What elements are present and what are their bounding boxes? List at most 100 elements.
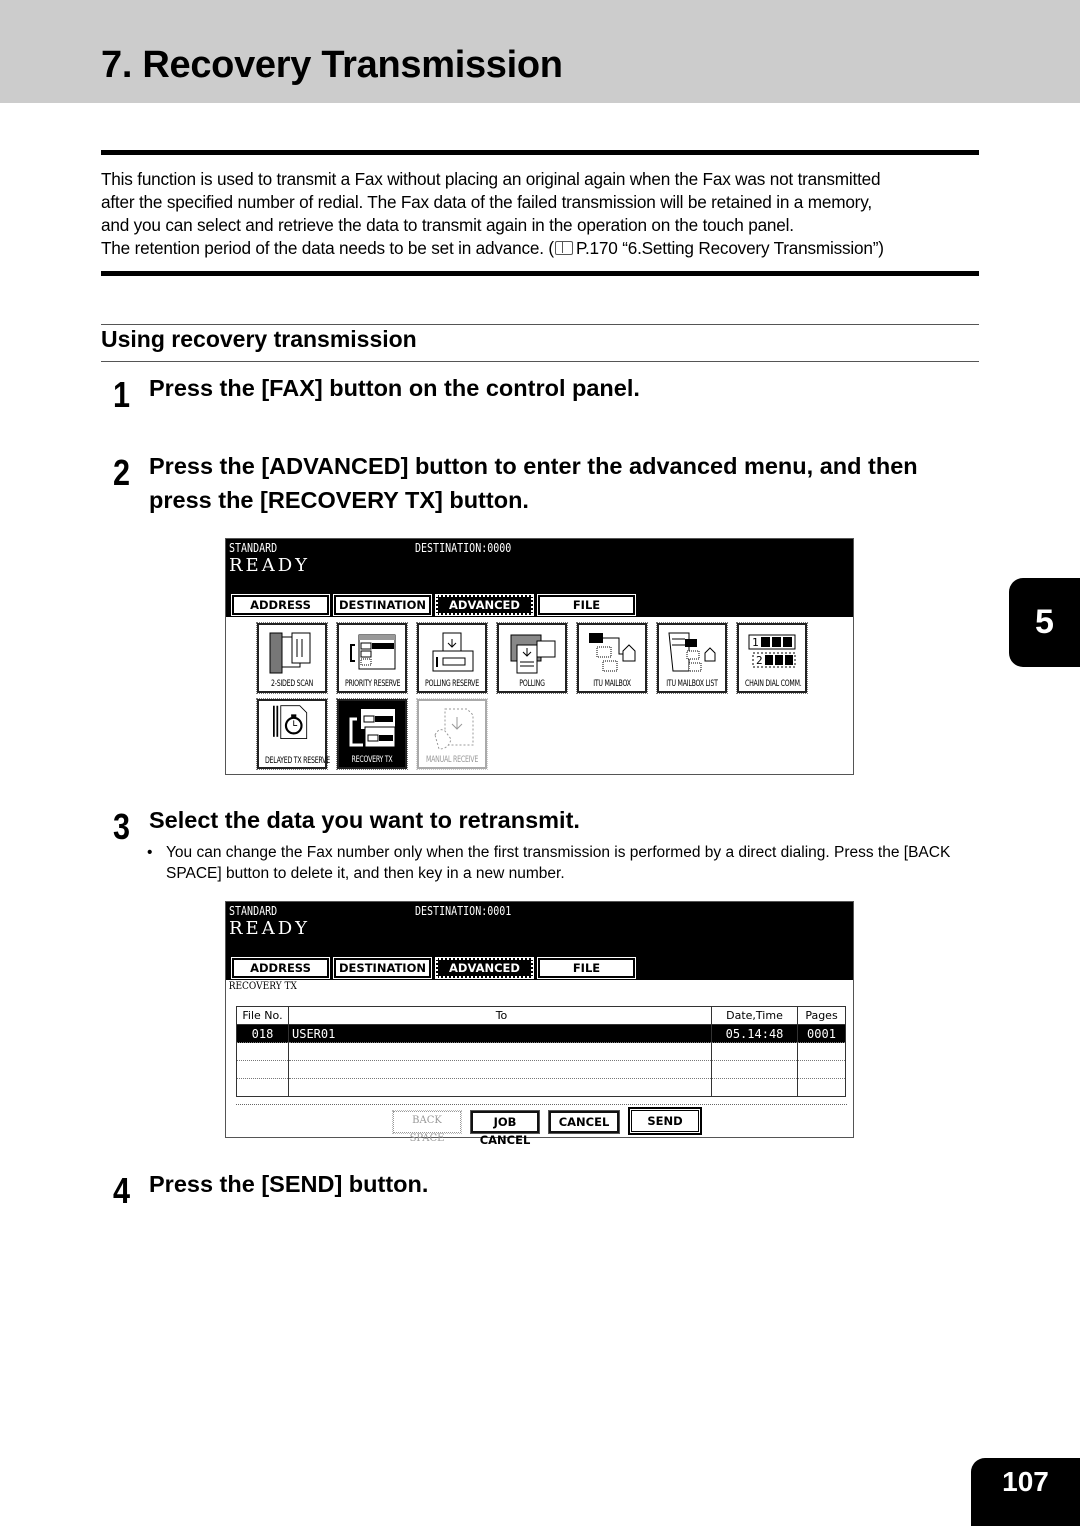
date-time-cell (711, 1042, 798, 1061)
priority-reserve-button[interactable]: PRIORITY RESERVE (336, 622, 408, 694)
polling-reserve-button[interactable]: POLLING RESERVE (416, 622, 488, 694)
manual-receive-button: MANUAL RECEIVE (416, 698, 488, 770)
itu-mailbox-list-icon (668, 632, 716, 672)
step-text: Press the [SEND] button. (149, 1171, 429, 1197)
function-label: ITU MAILBOX LIST (666, 679, 718, 689)
chain-dial-icon: 12 (748, 634, 796, 668)
page-number: 107 (971, 1458, 1080, 1526)
pages-cell (797, 1078, 846, 1097)
touch-panel-advanced: STANDARD DESTINATION:0000 READY ADDRESS … (225, 538, 854, 775)
job-cancel-button[interactable]: JOB CANCEL (470, 1110, 540, 1147)
function-label: 2-SIDED SCAN (270, 679, 314, 689)
panel-status-area: STANDARD DESTINATION:0001 READY ADDRESS … (226, 902, 853, 980)
function-label: DELAYED TX RESERVE (264, 756, 330, 766)
book-reference-icon (554, 241, 573, 255)
panel-status-area: STANDARD DESTINATION:0000 READY ADDRESS … (226, 539, 853, 617)
itu-mailbox-button[interactable]: ITU MAILBOX (576, 622, 648, 694)
bullet-icon: • (147, 844, 153, 861)
two-sided-scan-icon (269, 632, 311, 674)
send-button[interactable]: SEND (628, 1107, 702, 1135)
step-number: 2 (113, 452, 131, 493)
step-text: Select the data you want to retransmit. (149, 807, 580, 833)
tab-address[interactable]: ADDRESS (231, 957, 330, 979)
function-grid: 2-SIDED SCAN PRIORITY RESERVE POLLING RE… (226, 617, 853, 773)
tab-advanced[interactable]: ADVANCED (435, 594, 534, 616)
scan-mode: STANDARD (229, 540, 278, 555)
back-space-button: BACK SPACE (392, 1110, 462, 1144)
tab-advanced[interactable]: ADVANCED (435, 957, 534, 979)
table-row[interactable] (236, 1060, 846, 1079)
screen-label: RECOVERY TX (228, 981, 297, 992)
file-no-cell (236, 1078, 289, 1097)
to-cell (288, 1060, 712, 1079)
pages-cell: 0001 (797, 1024, 846, 1043)
destination-count: DESTINATION:0000 (415, 540, 512, 555)
to-cell (288, 1078, 712, 1097)
polling-button[interactable]: POLLING (496, 622, 568, 694)
two-sided-scan-button[interactable]: 2-SIDED SCAN (256, 622, 328, 694)
column-header-file-no: File No. (236, 1006, 289, 1025)
svg-text:2: 2 (756, 654, 763, 667)
intro-text: This function is used to transmit a Fax … (101, 168, 986, 260)
divider (101, 150, 979, 155)
note-text: You can change the Fax number only when … (166, 844, 951, 882)
priority-reserve-icon (350, 634, 396, 670)
status-message: READY (229, 918, 311, 939)
intro-line: after the specified number of redial. Th… (101, 192, 872, 212)
function-label: CHAIN DIAL COMM. (744, 679, 802, 689)
step-number: 3 (113, 806, 131, 847)
file-no-cell (236, 1042, 289, 1061)
column-header-pages: Pages (797, 1006, 846, 1025)
retention-text: The retention period of the data needs t… (101, 238, 554, 258)
step-note: • You can change the Fax number only whe… (147, 842, 968, 884)
tab-address[interactable]: ADDRESS (231, 594, 330, 616)
scan-mode: STANDARD (229, 903, 278, 918)
date-time-cell (711, 1060, 798, 1079)
intro-line: This function is used to transmit a Fax … (101, 169, 881, 189)
delayed-tx-icon (273, 705, 308, 739)
page-title: 7. Recovery Transmission (101, 44, 563, 86)
recovery-tx-icon (349, 709, 396, 748)
tab-file[interactable]: FILE (537, 594, 636, 616)
manual-receive-icon (434, 708, 474, 750)
column-header-to: To (288, 1006, 712, 1025)
itu-mailbox-list-button[interactable]: ITU MAILBOX LIST (656, 622, 728, 694)
polling-reserve-icon (432, 632, 474, 672)
panel-tabs: ADDRESS DESTINATION ADVANCED FILE (230, 956, 636, 980)
step-number: 4 (113, 1170, 131, 1211)
cancel-button[interactable]: CANCEL (548, 1110, 620, 1134)
file-no-cell: 018 (236, 1024, 289, 1043)
column-header-date-time: Date,Time (711, 1006, 798, 1025)
page-reference-link[interactable]: P.170 “6.Setting Recovery Transmission”) (576, 238, 884, 258)
divider (101, 271, 979, 276)
date-time-cell (711, 1078, 798, 1097)
step-text: press the [RECOVERY TX] button. (149, 487, 529, 513)
delayed-tx-reserve-button[interactable]: DELAYED TX RESERVE (256, 698, 330, 770)
date-time-cell: 05.14:48 (711, 1024, 798, 1043)
itu-mailbox-icon (589, 633, 636, 672)
chain-dial-button[interactable]: 12 CHAIN DIAL COMM. (736, 622, 808, 694)
pages-cell (797, 1060, 846, 1079)
function-label: POLLING (519, 679, 545, 689)
intro-line: and you can select and retrieve the data… (101, 215, 794, 235)
touch-panel-recovery-tx: STANDARD DESTINATION:0001 READY ADDRESS … (225, 901, 854, 1147)
file-no-cell (236, 1060, 289, 1079)
tab-destination[interactable]: DESTINATION (333, 594, 432, 616)
to-cell (288, 1042, 712, 1061)
table-row[interactable] (236, 1042, 846, 1061)
tab-file[interactable]: FILE (537, 957, 636, 979)
function-label: POLLING RESERVE (425, 679, 479, 689)
recovery-tx-button[interactable]: RECOVERY TX (336, 698, 408, 770)
function-label: PRIORITY RESERVE (344, 679, 401, 689)
divider (101, 361, 979, 362)
table-row[interactable] (236, 1078, 846, 1097)
table-row[interactable]: 018 USER01 05.14:48 0001 (236, 1024, 846, 1043)
pages-cell (797, 1042, 846, 1061)
to-cell: USER01 (288, 1024, 712, 1043)
tab-destination[interactable]: DESTINATION (333, 957, 432, 979)
step-text: Press the [ADVANCED] button to enter the… (149, 453, 918, 479)
step-text: Press the [FAX] button on the control pa… (149, 375, 640, 401)
recovery-file-table: File No. To Date,Time Pages 018 USER01 0… (236, 1006, 846, 1097)
destination-count: DESTINATION:0001 (415, 903, 512, 918)
function-label: RECOVERY TX (351, 755, 393, 765)
